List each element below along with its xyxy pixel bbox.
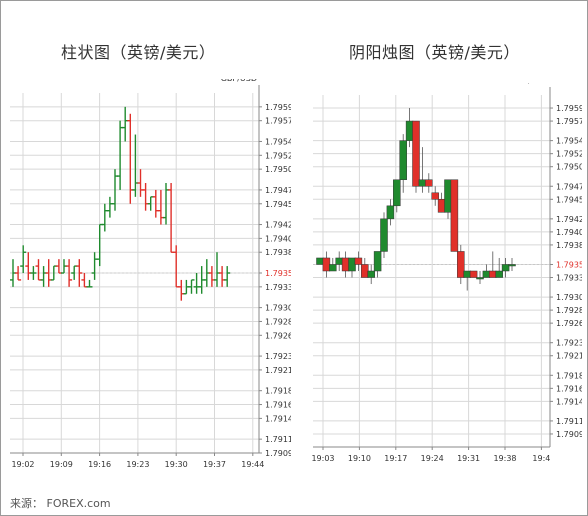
y-tick-label: 1.7918: [556, 371, 582, 380]
x-tick-label: 19:38: [493, 454, 516, 463]
candle-body: [380, 218, 388, 252]
candle-body: [412, 120, 420, 187]
y-tick-label: 1.7928: [556, 306, 582, 315]
y-tick-label: 1.7911: [265, 435, 291, 444]
candle-body: [348, 257, 356, 272]
x-tick-label: 19:03: [312, 454, 335, 463]
y-tick-label: 1.7940: [556, 228, 582, 237]
candle-body: [425, 179, 433, 187]
candle-body: [354, 257, 363, 265]
y-tick-label: 1.7957: [556, 117, 582, 126]
candle-body: [367, 270, 375, 278]
y-tick-label: 1.7918: [265, 387, 291, 396]
candle-body: [476, 277, 484, 280]
candle-body: [482, 270, 491, 278]
y-tick-label: 1.7947: [556, 182, 582, 191]
candle-body: [431, 192, 439, 200]
y-tick-label: 1.7940: [265, 234, 291, 243]
chart-title-candlestick: 阴阳烛图（英镑/美元）: [349, 43, 520, 62]
source-caption: 来源： FOREX.com: [10, 497, 111, 510]
y-tick-label: 1.7952: [265, 151, 291, 160]
candle-body: [469, 270, 478, 278]
pair-label: GBP/USD: [221, 79, 257, 83]
y-tick-label: 1.7942: [556, 215, 582, 224]
candle-body: [450, 179, 459, 252]
y-tick-label: 1.7916: [556, 384, 582, 393]
y-tick-label: 1.7921: [556, 352, 582, 361]
y-tick-label: 1.7923: [556, 339, 582, 348]
y-tick-label: 1.7938: [556, 241, 582, 250]
candlestick-chart-svg: GBP/USD 1.7959 1.7957 1.7954 1.7952 1.7950 1.7…: [311, 76, 584, 463]
bar-chart-panel: GBP/USD 1.7959 1.7957 1.7954 1.7952 1.7950 1.7…: [9, 74, 293, 479]
y-tick-label: 1.7935: [556, 260, 582, 269]
candle-body: [341, 257, 350, 272]
figure-frame: 柱状图（英镑/美元） 阴阳烛图（英镑/美元） GBP/USD 1.7959 1.79…: [0, 0, 588, 516]
x-tick-label: 19:17: [384, 454, 407, 463]
y-tick-label: 1.7930: [265, 304, 291, 313]
candlestick-chart-panel: GBP/USD 1.7959 1.7957 1.7954 1.7952 1.7950 1.7…: [311, 76, 584, 473]
x-tick-label: 19:09: [50, 460, 73, 469]
y-tick-label: 1.7954: [265, 137, 291, 146]
candle-body: [457, 251, 465, 278]
candle-body: [322, 257, 331, 272]
candle-body: [444, 179, 452, 213]
candle-body: [508, 264, 516, 267]
candle-body: [437, 199, 446, 213]
y-tick-label: 1.7950: [265, 165, 291, 174]
candle-body: [329, 264, 337, 272]
y-tick-label: 1.7938: [265, 248, 291, 257]
candle-body: [393, 179, 401, 207]
bar-chart-svg: GBP/USD 1.7959 1.7957 1.7954 1.7952 1.7950 1.7…: [10, 74, 293, 469]
y-tick-label: 1.7914: [556, 397, 582, 406]
candle-body: [463, 270, 471, 278]
x-tick-label: 19:10: [348, 454, 371, 463]
y-tick-label: 1.7909: [556, 430, 582, 439]
y-tick-label: 1.7923: [265, 352, 291, 361]
y-tick-label: 1.7914: [265, 414, 291, 423]
y-tick-label: 1.7911: [556, 417, 582, 426]
y-tick-label: 1.7954: [556, 137, 582, 146]
y-tick-label: 1.7952: [556, 150, 582, 159]
x-tick-label: 19:16: [88, 460, 111, 469]
y-tick-label: 1.7945: [556, 195, 582, 204]
y-tick-label: 1.7959: [556, 104, 582, 113]
y-tick-label: 1.7909: [265, 449, 291, 458]
x-tick-label: 19:02: [11, 460, 34, 469]
y-tick-label: 1.7950: [556, 163, 582, 172]
candle-body: [489, 270, 497, 278]
y-tick-label: 1.7942: [265, 221, 291, 230]
y-tick-label: 1.7926: [556, 319, 582, 328]
x-tick-label: 19:23: [126, 460, 149, 469]
x-tick-label: 19:31: [457, 454, 480, 463]
candle-body: [399, 140, 407, 180]
y-tick-label: 1.7921: [265, 366, 291, 375]
y-tick-label: 1.7930: [556, 293, 582, 302]
candle-body: [405, 120, 414, 141]
candle-body: [495, 270, 503, 278]
candle-body: [335, 257, 343, 265]
y-tick-label: 1.7959: [265, 103, 291, 112]
pair-label: GBP/USD: [512, 83, 548, 85]
y-tick-label: 1.7916: [265, 401, 291, 410]
y-tick-label: 1.7926: [265, 331, 291, 340]
y-tick-label: 1.7935: [265, 269, 291, 278]
candle-body: [386, 205, 395, 220]
y-tick-label: 1.7947: [265, 186, 291, 195]
x-tick-label: 19:44: [241, 460, 264, 469]
candle-body: [373, 251, 382, 272]
x-tick-label: 19:4: [532, 454, 550, 463]
x-tick-label: 19:37: [203, 460, 226, 469]
chart-title-bar: 柱状图（英镑/美元）: [61, 43, 216, 62]
candle-body: [501, 264, 510, 272]
candle-body: [316, 257, 324, 265]
candle-body: [361, 264, 369, 278]
x-tick-label: 19:30: [165, 460, 188, 469]
y-tick-label: 1.7957: [265, 117, 291, 126]
candle-body: [418, 179, 427, 187]
y-tick-label: 1.7933: [265, 283, 291, 292]
y-tick-label: 1.7928: [265, 317, 291, 326]
x-tick-label: 19:24: [421, 454, 444, 463]
y-tick-label: 1.7945: [265, 200, 291, 209]
y-tick-label: 1.7933: [556, 274, 582, 283]
